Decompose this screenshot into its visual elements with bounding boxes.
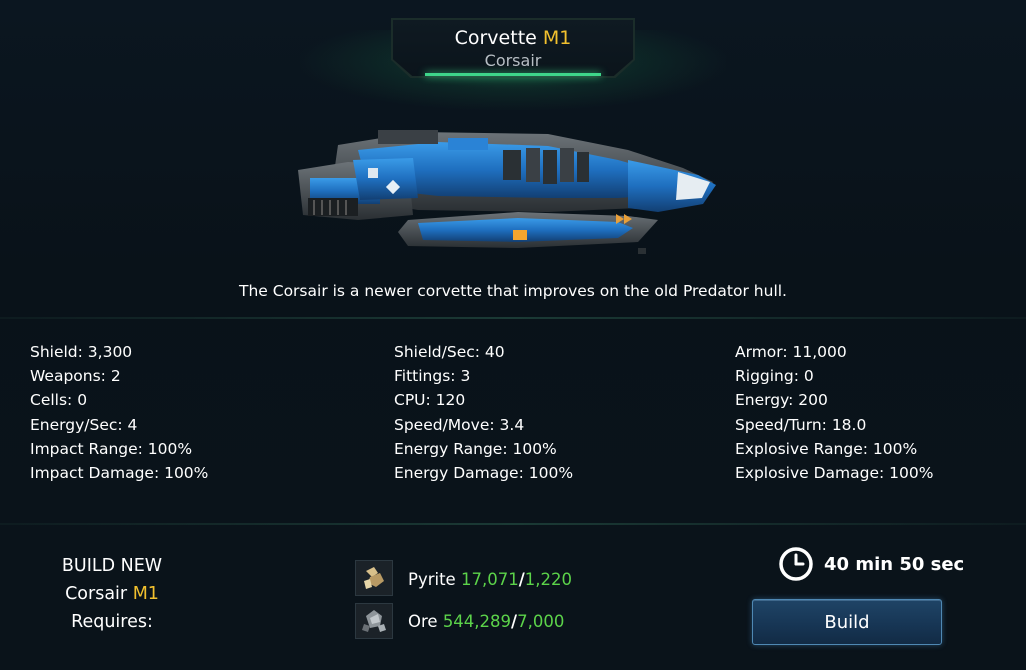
pyrite-name: Pyrite xyxy=(408,570,456,589)
stats-column-2: Shield/Sec: 40 Fittings: 3 CPU: 120 Spee… xyxy=(394,340,573,485)
stat-energy-sec: Energy/Sec: 4 xyxy=(30,415,138,434)
build-ship-mark: M1 xyxy=(132,584,159,604)
stat-fittings: Fittings: 3 xyxy=(394,367,471,386)
build-time: 40 min 50 sec xyxy=(824,554,965,575)
stat-speed-move: Speed/Move: 3.4 xyxy=(394,415,525,434)
title-accent-line xyxy=(425,73,601,76)
build-ship-label: Corsair M1 xyxy=(30,584,194,604)
stat-explosive-damage: Explosive Damage: 100% xyxy=(735,463,934,482)
stat-shield-sec: Shield/Sec: 40 xyxy=(394,343,505,361)
pyrite-icon xyxy=(355,560,393,596)
ore-required: 7,000 xyxy=(517,612,565,631)
pyrite-required: 1,220 xyxy=(524,570,572,589)
build-ship-name: Corsair xyxy=(65,584,128,604)
stat-weapons: Weapons: 2 xyxy=(30,367,121,386)
ship-mark: M1 xyxy=(542,27,572,49)
ore-icon xyxy=(355,603,393,639)
clock-icon xyxy=(779,547,813,581)
requires-label: Requires: xyxy=(71,612,153,632)
stat-rigging: Rigging: 0 xyxy=(735,367,814,386)
stat-energy-range: Energy Range: 100% xyxy=(394,439,557,458)
stat-cells: Cells: 0 xyxy=(30,391,88,410)
ship-image xyxy=(298,130,716,254)
divider-bottom xyxy=(0,523,1026,525)
stat-armor: Armor: 11,000 xyxy=(735,343,847,361)
stat-energy-damage: Energy Damage: 100% xyxy=(394,463,574,482)
stat-cpu: CPU: 120 xyxy=(394,391,466,410)
pyrite-requirement: Pyrite 17,071/1,220 xyxy=(408,570,572,589)
stat-energy: Energy: 200 xyxy=(735,391,828,410)
ore-owned: 544,289 xyxy=(442,612,512,631)
ship-description: The Corsair is a newer corvette that imp… xyxy=(239,282,787,300)
stat-impact-damage: Impact Damage: 100% xyxy=(30,463,209,482)
build-new-label: BUILD NEW xyxy=(61,556,163,576)
stat-impact-range: Impact Range: 100% xyxy=(30,439,193,458)
stat-speed-turn: Speed/Turn: 18.0 xyxy=(735,415,867,434)
ship-class: Corvette xyxy=(454,27,537,49)
stat-shield: Shield: 3,300 xyxy=(30,343,133,361)
stats-column-3: Armor: 11,000 Rigging: 0 Energy: 200 Spe… xyxy=(735,340,933,485)
stat-explosive-range: Explosive Range: 100% xyxy=(735,439,918,458)
divider-top xyxy=(0,317,1026,319)
stats-column-1: Shield: 3,300 Weapons: 2 Cells: 0 Energy… xyxy=(30,340,208,485)
ship-name: Corsair xyxy=(484,51,542,70)
ore-requirement: Ore 544,289/7,000 xyxy=(408,612,564,631)
pyrite-owned: 17,071 xyxy=(460,570,519,589)
ore-name: Ore xyxy=(408,612,438,631)
ship-class-title: Corvette M1 xyxy=(393,27,633,49)
build-button[interactable]: Build xyxy=(752,599,942,645)
